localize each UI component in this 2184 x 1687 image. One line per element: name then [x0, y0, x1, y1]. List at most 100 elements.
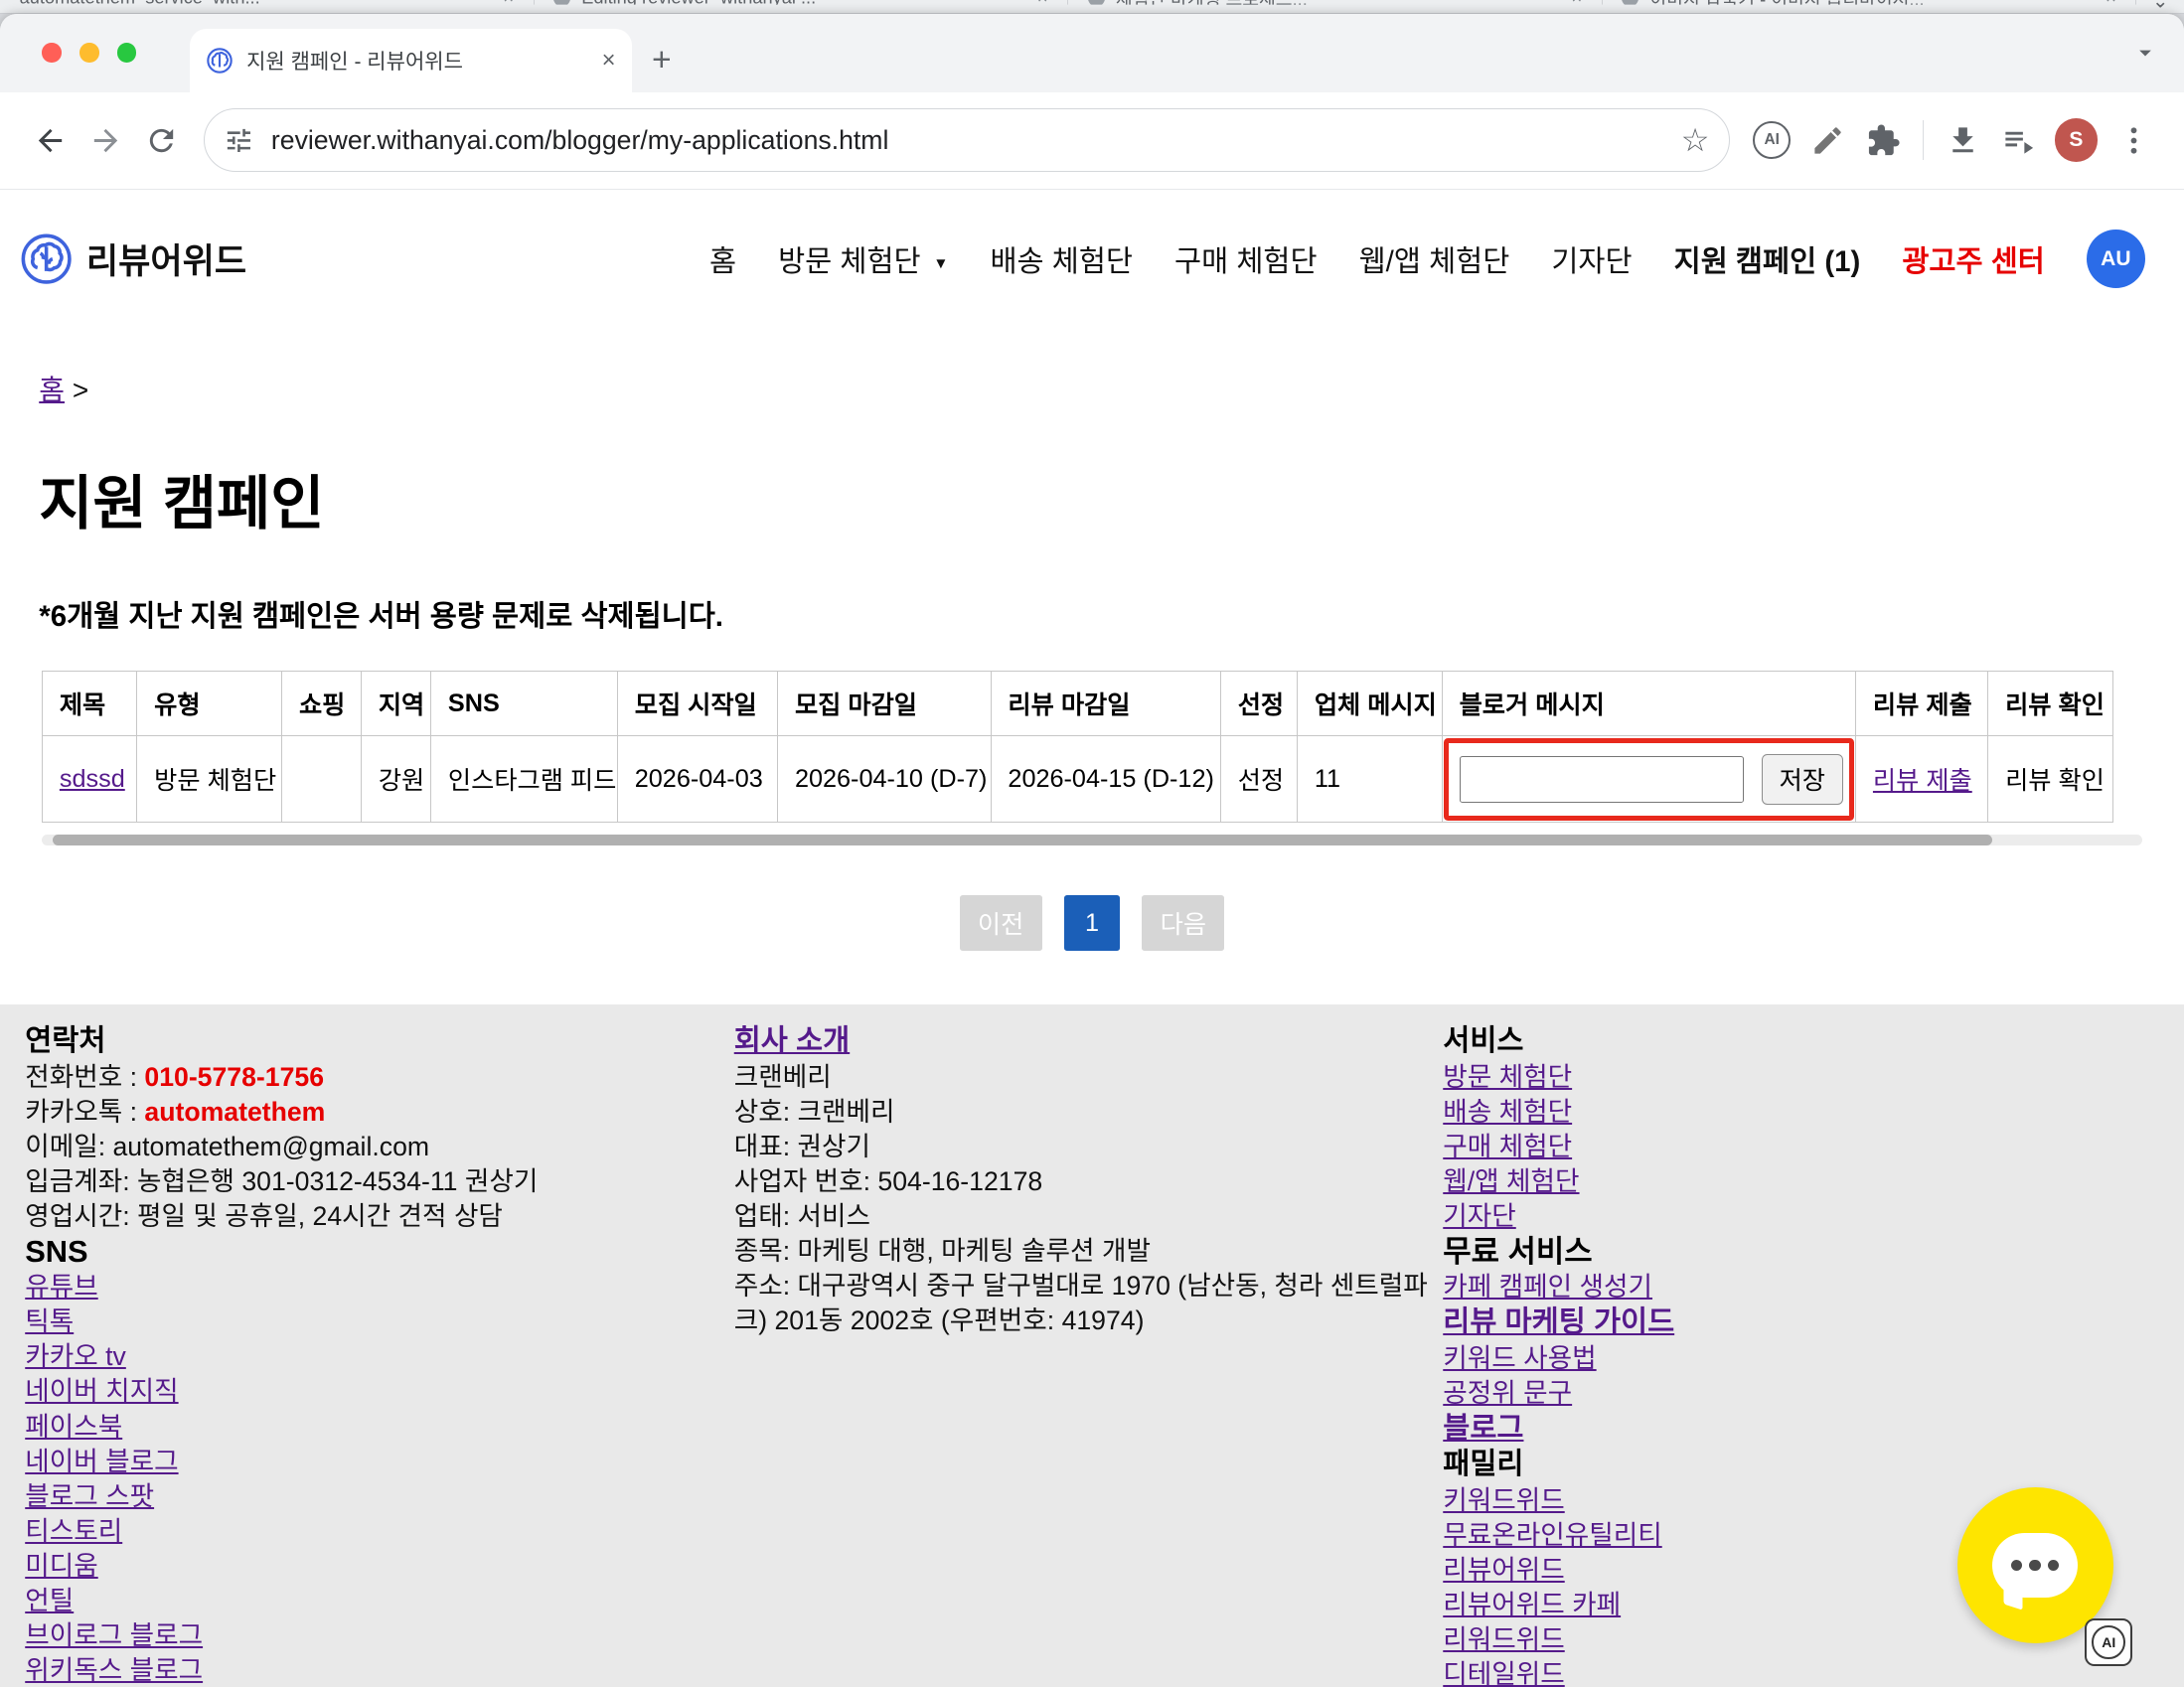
footer-sns-link[interactable]: 페이스북 — [25, 1412, 122, 1442]
footer-sns-link[interactable]: 틱톡 — [25, 1306, 74, 1336]
close-icon[interactable]: × — [602, 49, 616, 73]
close-window-button[interactable] — [42, 43, 62, 63]
footer-service-link[interactable]: 웹/앱 체험단 — [1443, 1166, 1579, 1196]
footer-contact-column: 연락처 전화번호 : 010-5778-1756 카카오톡 : automate… — [25, 1023, 734, 1686]
close-icon[interactable]: × — [503, 0, 514, 5]
footer-family-link[interactable]: 키워드위드 — [1443, 1485, 1564, 1515]
cell-review-submit: 리뷰 제출 — [1856, 736, 1988, 823]
footer-phone-line: 전화번호 : 010-5778-1756 — [25, 1060, 734, 1095]
background-tab[interactable]: Editing reviewer_withanyai ... × — [535, 0, 1069, 5]
active-tab[interactable]: 지원 캠페인 - 리뷰어위드 × — [190, 29, 633, 91]
footer-family-link[interactable]: 리워드위드 — [1443, 1624, 1564, 1654]
footer-free-service-link[interactable]: 카페 캠페인 생성기 — [1443, 1272, 1652, 1302]
pagination-next-button[interactable]: 다음 — [1142, 895, 1224, 951]
chat-bubble-icon — [1992, 1533, 2079, 1597]
footer-sns-link[interactable]: 카카오 tv — [25, 1341, 126, 1371]
footer-sns-link[interactable]: 네이버 치지직 — [25, 1376, 178, 1406]
footer-company-title-link[interactable]: 회사 소개 — [734, 1023, 850, 1059]
nav-home[interactable]: 홈 — [709, 238, 736, 280]
footer-sns-link[interactable]: 네이버 블로그 — [25, 1447, 178, 1476]
campaign-title-link[interactable]: sdssd — [60, 765, 125, 793]
scrollbar-thumb[interactable] — [53, 835, 1991, 845]
fullscreen-window-button[interactable] — [117, 43, 137, 63]
horizontal-scrollbar[interactable] — [42, 835, 2142, 845]
background-tab[interactable]: automatethem_service_with... × — [0, 0, 535, 5]
footer-family-link[interactable]: 리뷰어위드 — [1443, 1555, 1564, 1585]
nav-press[interactable]: 기자단 — [1551, 238, 1632, 280]
nav-webapp-campaign[interactable]: 웹/앱 체험단 — [1359, 238, 1510, 280]
footer-service-link[interactable]: 방문 체험단 — [1443, 1062, 1572, 1092]
col-review-submit: 리뷰 제출 — [1856, 672, 1988, 736]
forward-button[interactable] — [78, 112, 133, 168]
review-submit-link[interactable]: 리뷰 제출 — [1873, 767, 1972, 795]
footer-guide-link[interactable]: 공정위 문구 — [1443, 1378, 1572, 1408]
footer-family-link[interactable]: 디테일위드 — [1443, 1659, 1564, 1687]
user-avatar[interactable]: AU — [2087, 230, 2145, 288]
bookmark-star-icon[interactable]: ☆ — [1681, 121, 1710, 159]
close-icon[interactable]: × — [2106, 0, 2116, 5]
footer-guide-link[interactable]: 키워드 사용법 — [1443, 1343, 1596, 1373]
minimize-window-button[interactable] — [79, 43, 99, 63]
footer-sns-link[interactable]: 브이로그 블로그 — [25, 1620, 203, 1650]
footer-sns-link[interactable]: 티스토리 — [25, 1516, 122, 1546]
background-tab[interactable]: 이미지 압축기 - 이미지 옵티마이저... × — [1603, 0, 2137, 5]
footer-service-link[interactable]: 기자단 — [1443, 1201, 1516, 1231]
nav-delivery-campaign[interactable]: 배송 체험단 — [990, 238, 1133, 280]
pagination-prev-button[interactable]: 이전 — [960, 895, 1042, 951]
ai-extension-button[interactable]: AI — [1744, 112, 1799, 168]
save-button[interactable]: 저장 — [1762, 754, 1843, 804]
new-tab-button[interactable]: + — [632, 29, 691, 91]
brand-brain-icon — [20, 232, 73, 285]
tab-search-button[interactable] — [2125, 34, 2164, 73]
edit-extension-button[interactable] — [1799, 112, 1855, 168]
back-button[interactable] — [22, 112, 78, 168]
list-item: 네이버 치지직 — [25, 1374, 734, 1409]
menu-button[interactable] — [2106, 112, 2162, 168]
footer-email: 이메일: automatethem@gmail.com — [25, 1130, 734, 1164]
footer-review-guide-link[interactable]: 리뷰 마케팅 가이드 — [1443, 1304, 2156, 1340]
background-tab[interactable]: 체험단 마케팅 프로세스... × — [1068, 0, 1603, 5]
footer-company-lines: 크랜베리상호: 크랜베리대표: 권상기사업자 번호: 504-16-12178업… — [734, 1060, 1444, 1338]
footer-family-link[interactable]: 무료온라인유틸리티 — [1443, 1520, 1661, 1550]
footer-family-link[interactable]: 리뷰어위드 카페 — [1443, 1590, 1621, 1619]
list-item: 유튜브 — [25, 1270, 734, 1304]
footer-blog-link[interactable]: 블로그 — [1443, 1411, 2156, 1447]
reload-button[interactable] — [134, 112, 190, 168]
profile-avatar[interactable]: S — [2055, 118, 2098, 161]
ai-badge[interactable]: AI — [2085, 1618, 2132, 1666]
nav-advertiser-center[interactable]: 광고주 센터 — [1902, 238, 2045, 280]
footer-sns-link[interactable]: 언틸 — [25, 1586, 74, 1615]
site-header: 리뷰어위드 홈 방문 체험단▼ 배송 체험단 구매 체험단 웹/앱 체험단 기자… — [0, 190, 2184, 329]
footer-guide-links: 키워드 사용법공정위 문구 — [1443, 1341, 2156, 1411]
footer-sns-link[interactable]: 미디움 — [25, 1551, 98, 1581]
nav-purchase-campaign[interactable]: 구매 체험단 — [1174, 238, 1318, 280]
site-logo[interactable]: 리뷰어위드 — [20, 232, 246, 285]
pagination: 이전 1 다음 — [0, 895, 2184, 951]
footer-service-link[interactable]: 배송 체험단 — [1443, 1097, 1572, 1127]
footer-sns-link[interactable]: 유튜브 — [25, 1272, 98, 1302]
footer-service-link[interactable]: 구매 체험단 — [1443, 1132, 1572, 1161]
breadcrumb: 홈 > — [39, 368, 2184, 408]
address-bar[interactable]: reviewer.withanyai.com/blogger/my-applic… — [204, 108, 1731, 172]
nav-visit-campaign[interactable]: 방문 체험단▼ — [778, 238, 948, 280]
nav-my-applications[interactable]: 지원 캠페인 (1) — [1674, 238, 1861, 280]
pagination-page-1[interactable]: 1 — [1064, 895, 1120, 951]
tab-bar: 지원 캠페인 - 리뷰어위드 × + — [0, 14, 2184, 92]
close-icon[interactable]: × — [1037, 0, 1048, 5]
list-item: 기자단 — [1443, 1199, 2156, 1234]
breadcrumb-home-link[interactable]: 홈 — [39, 375, 65, 405]
footer-sns-link[interactable]: 위키독스 블로그 — [25, 1655, 203, 1685]
site-info-icon[interactable] — [224, 125, 254, 156]
favicon-icon — [1088, 0, 1105, 5]
footer-sns-link[interactable]: 블로그 스팟 — [25, 1481, 154, 1511]
queue-icon[interactable] — [1990, 112, 2046, 168]
nav-visit-label: 방문 체험단 — [778, 245, 921, 278]
blogger-message-input[interactable] — [1460, 756, 1744, 804]
company-info-line: 대표: 권상기 — [734, 1130, 1444, 1164]
extensions-button[interactable] — [1855, 112, 1911, 168]
close-icon[interactable]: × — [1572, 0, 1583, 5]
chevron-down-icon[interactable]: ⌄ — [2136, 0, 2184, 7]
downloads-button[interactable] — [1935, 112, 1990, 168]
cell-review-check: 리뷰 확인 — [1988, 736, 2113, 823]
table-row: sdssd 방문 체험단 강원 인스타그램 피드 2026-04-03 2026… — [43, 736, 2113, 823]
